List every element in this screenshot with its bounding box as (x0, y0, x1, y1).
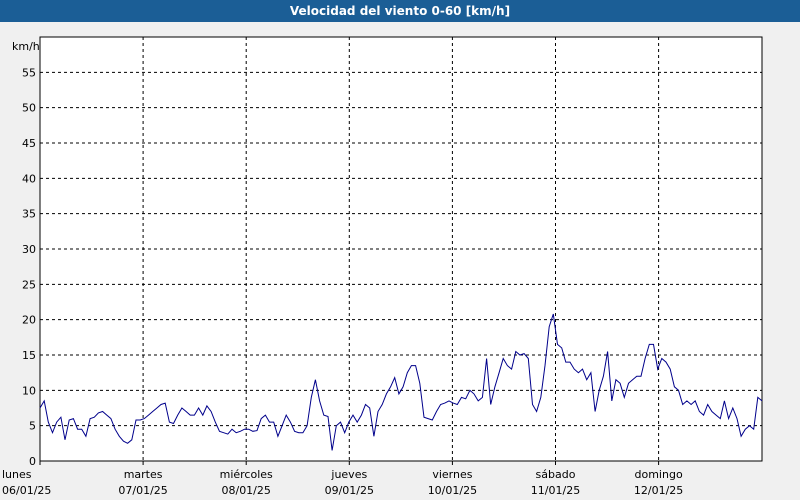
x-tick-label-day: viernes (432, 468, 472, 481)
x-tick-label-date: 10/01/25 (428, 484, 477, 497)
x-tick-label-day: sábado (536, 468, 576, 481)
chart-title: Velocidad del viento 0-60 [km/h] (0, 0, 800, 22)
x-tick-label-date: 09/01/25 (325, 484, 374, 497)
x-tick-label-day: lunes (2, 468, 32, 481)
x-axis: lunes 06/01/25 martes 07/01/25 miércoles 08/0… (2, 461, 683, 497)
y-tick-label: 55 (22, 66, 36, 79)
x-tick-label-date: 06/01/25 (2, 484, 51, 497)
y-tick-label: 5 (29, 420, 36, 433)
x-tick-label-day: jueves (330, 468, 367, 481)
y-tick-label: 40 (22, 172, 36, 185)
y-tick-label: 0 (29, 455, 36, 468)
y-tick-label: 30 (22, 243, 36, 256)
x-tick-label-date: 08/01/25 (221, 484, 270, 497)
x-tick-label-day: miércoles (220, 468, 273, 481)
x-tick-label-day: domingo (635, 468, 683, 481)
x-tick-label-day: martes (124, 468, 163, 481)
y-tick-label: 50 (22, 102, 36, 115)
y-tick-label: 15 (22, 349, 36, 362)
y-tick-label: 20 (22, 314, 36, 327)
y-tick-label: 10 (22, 384, 36, 397)
y-tick-label: 35 (22, 208, 36, 221)
x-tick-label-date: 12/01/25 (634, 484, 683, 497)
y-tick-label: 45 (22, 137, 36, 150)
y-axis-label: km/h (12, 40, 40, 53)
x-tick-label-date: 11/01/25 (531, 484, 580, 497)
y-tick-label: 25 (22, 278, 36, 291)
x-tick-label-date: 07/01/25 (118, 484, 167, 497)
y-axis: 0 5 10 15 20 25 30 35 40 45 50 55 (22, 66, 36, 468)
wind-speed-chart: 0 5 10 15 20 25 30 35 40 45 50 55 lunes 06/01/25 mart… (2, 36, 763, 497)
